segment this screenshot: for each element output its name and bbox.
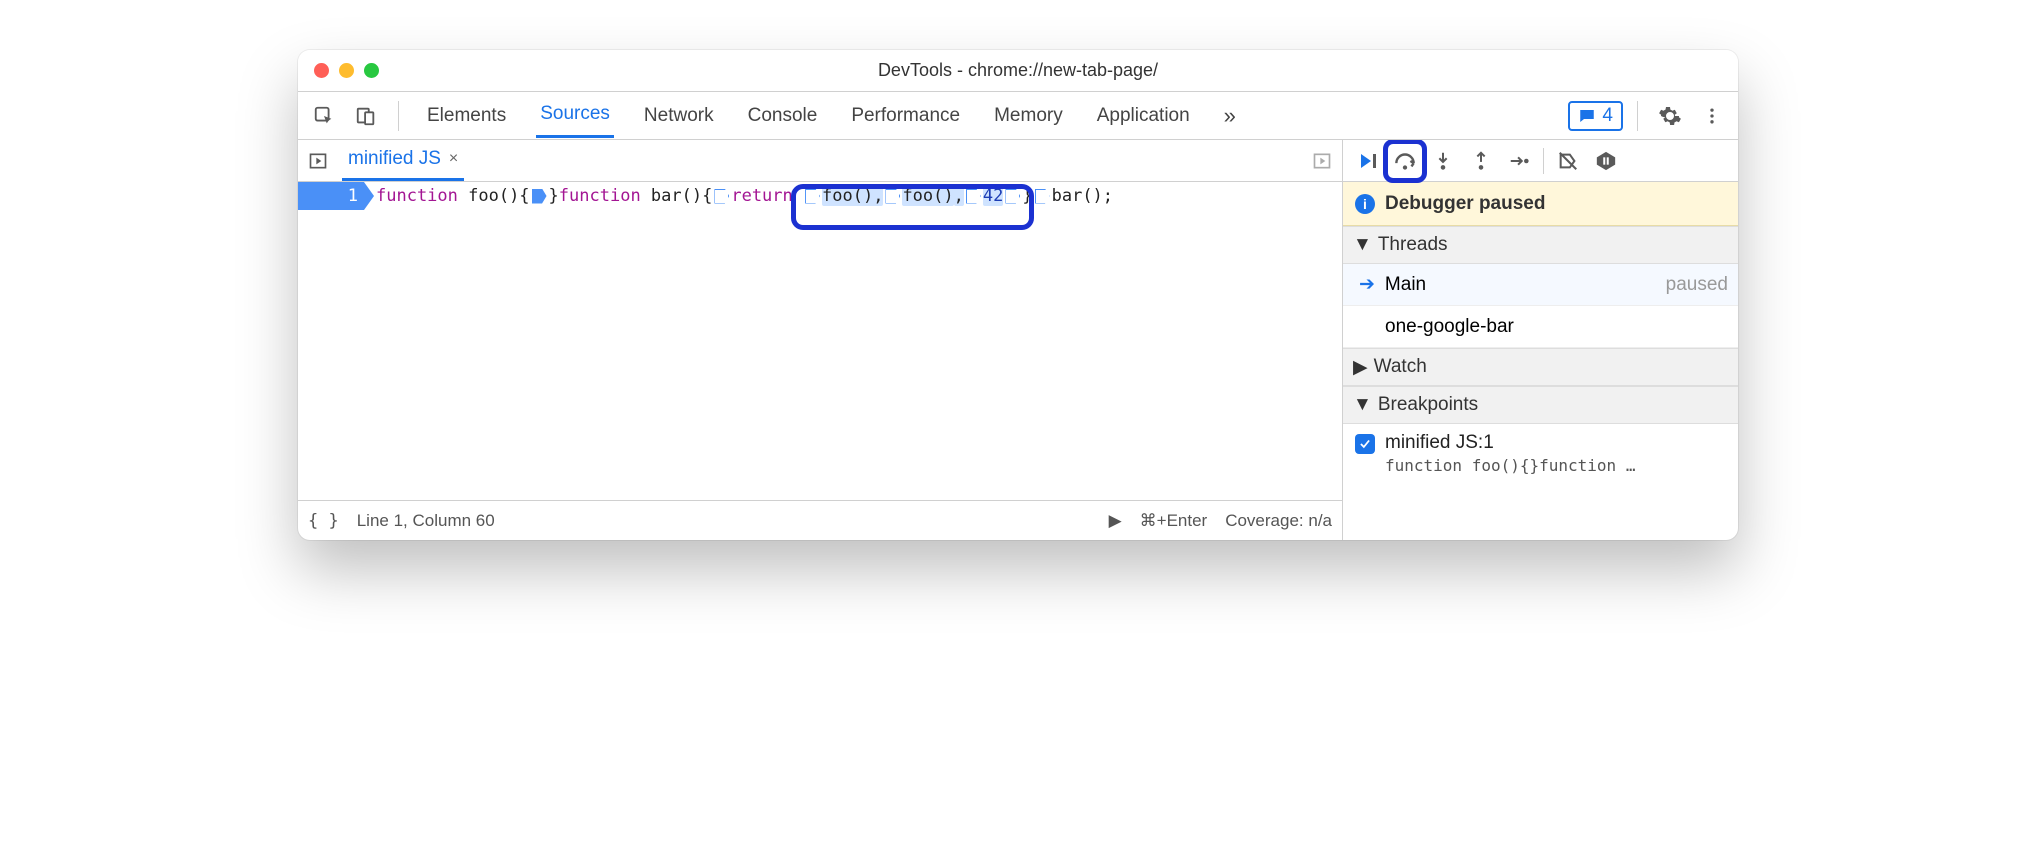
code-line: function foo(){}function bar(){return fo…	[376, 182, 1113, 210]
tab-performance[interactable]: Performance	[847, 95, 964, 137]
tab-console[interactable]: Console	[744, 95, 822, 137]
breakpoint-outline-icon[interactable]	[805, 189, 820, 204]
panel-body: minified JS × 1 function foo(){}function…	[298, 140, 1738, 540]
breakpoint-location: minified JS:1	[1385, 432, 1635, 454]
thread-state: paused	[1666, 274, 1728, 296]
step-over-button[interactable]	[1387, 143, 1423, 179]
main-toolbar: Elements Sources Network Console Perform…	[298, 92, 1738, 140]
thread-row[interactable]: ➔ Main paused	[1343, 264, 1738, 306]
pretty-print-button[interactable]: { }	[308, 511, 339, 531]
breakpoint-checkbox[interactable]	[1355, 434, 1375, 454]
deactivate-breakpoints-button[interactable]	[1550, 143, 1586, 179]
step-into-button[interactable]	[1425, 143, 1461, 179]
paused-label: Debugger paused	[1385, 193, 1545, 215]
tab-application[interactable]: Application	[1093, 95, 1194, 137]
device-toolbar-icon[interactable]	[348, 98, 384, 134]
tab-network[interactable]: Network	[640, 95, 718, 137]
current-thread-icon: ➔	[1359, 273, 1375, 296]
issues-button[interactable]: 4	[1568, 101, 1623, 131]
breakpoint-outline-icon[interactable]	[966, 189, 981, 204]
breakpoint-outline-icon[interactable]	[1035, 189, 1050, 204]
breakpoint-source: function foo(){}function …	[1385, 456, 1635, 475]
cursor-position: Line 1, Column 60	[357, 511, 495, 531]
breakpoint-outline-icon[interactable]	[1005, 189, 1020, 204]
issues-count: 4	[1602, 105, 1613, 127]
thread-name: one-google-bar	[1385, 316, 1514, 338]
watch-title: Watch	[1374, 356, 1427, 378]
panel-tabs: Elements Sources Network Console Perform…	[423, 93, 1240, 139]
step-out-button[interactable]	[1463, 143, 1499, 179]
run-icon[interactable]: ▶	[1109, 511, 1122, 531]
minimize-window-button[interactable]	[339, 63, 354, 78]
code-editor[interactable]: 1 function foo(){}function bar(){return …	[298, 182, 1342, 500]
zoom-window-button[interactable]	[364, 63, 379, 78]
breakpoint-outline-icon[interactable]	[885, 189, 900, 204]
step-button[interactable]	[1501, 143, 1537, 179]
line-number[interactable]: 1	[298, 182, 364, 210]
status-bar: { } Line 1, Column 60 ▶ ⌘+Enter Coverage…	[298, 500, 1342, 540]
coverage-status: Coverage: n/a	[1225, 511, 1332, 531]
run-shortcut: ⌘+Enter	[1140, 511, 1208, 531]
threads-section-header[interactable]: ▼ Threads	[1343, 226, 1738, 264]
thread-name: Main	[1385, 274, 1426, 296]
resume-button[interactable]	[1349, 143, 1385, 179]
close-window-button[interactable]	[314, 63, 329, 78]
tab-elements[interactable]: Elements	[423, 95, 510, 137]
separator	[1637, 101, 1638, 131]
sources-editor-pane: minified JS × 1 function foo(){}function…	[298, 140, 1343, 540]
tab-memory[interactable]: Memory	[990, 95, 1067, 137]
pause-on-exceptions-button[interactable]	[1588, 143, 1624, 179]
navigator-toggle-icon[interactable]	[302, 145, 334, 177]
traffic-lights	[314, 63, 379, 78]
breakpoints-section-header[interactable]: ▼ Breakpoints	[1343, 386, 1738, 424]
disclosure-down-icon: ▼	[1353, 394, 1372, 416]
titlebar: DevTools - chrome://new-tab-page/	[298, 50, 1738, 92]
breakpoint-outline-icon[interactable]	[714, 189, 729, 204]
breakpoint-marker-icon[interactable]	[532, 189, 547, 204]
debugger-paused-message: i Debugger paused	[1343, 182, 1738, 226]
gutter: 1	[298, 182, 364, 210]
info-icon: i	[1355, 194, 1375, 214]
window-title: DevTools - chrome://new-tab-page/	[298, 60, 1738, 81]
thread-row[interactable]: one-google-bar	[1343, 306, 1738, 348]
threads-title: Threads	[1378, 234, 1448, 256]
settings-icon[interactable]	[1652, 98, 1688, 134]
disclosure-down-icon: ▼	[1353, 234, 1372, 256]
inspect-element-icon[interactable]	[306, 98, 342, 134]
file-tab-name: minified JS	[348, 148, 441, 170]
more-menu-icon[interactable]	[1694, 98, 1730, 134]
tab-sources[interactable]: Sources	[536, 93, 614, 138]
file-tab-bar: minified JS ×	[298, 140, 1342, 182]
breakpoint-text: minified JS:1 function foo(){}function …	[1385, 432, 1635, 475]
more-tabs-button[interactable]: »	[1220, 93, 1240, 139]
run-snippet-icon[interactable]	[1306, 145, 1338, 177]
disclosure-right-icon: ▶	[1353, 356, 1368, 379]
watch-section-header[interactable]: ▶ Watch	[1343, 348, 1738, 386]
devtools-window: DevTools - chrome://new-tab-page/ Elemen…	[298, 50, 1738, 540]
breakpoint-row[interactable]: minified JS:1 function foo(){}function …	[1343, 424, 1738, 485]
separator	[1543, 148, 1544, 174]
separator	[398, 101, 399, 131]
breakpoints-title: Breakpoints	[1378, 394, 1478, 416]
close-file-icon[interactable]: ×	[449, 150, 458, 168]
debugger-toolbar	[1343, 140, 1738, 182]
file-tab[interactable]: minified JS ×	[342, 140, 464, 181]
debugger-pane: i Debugger paused ▼ Threads ➔ Main pause…	[1343, 140, 1738, 540]
